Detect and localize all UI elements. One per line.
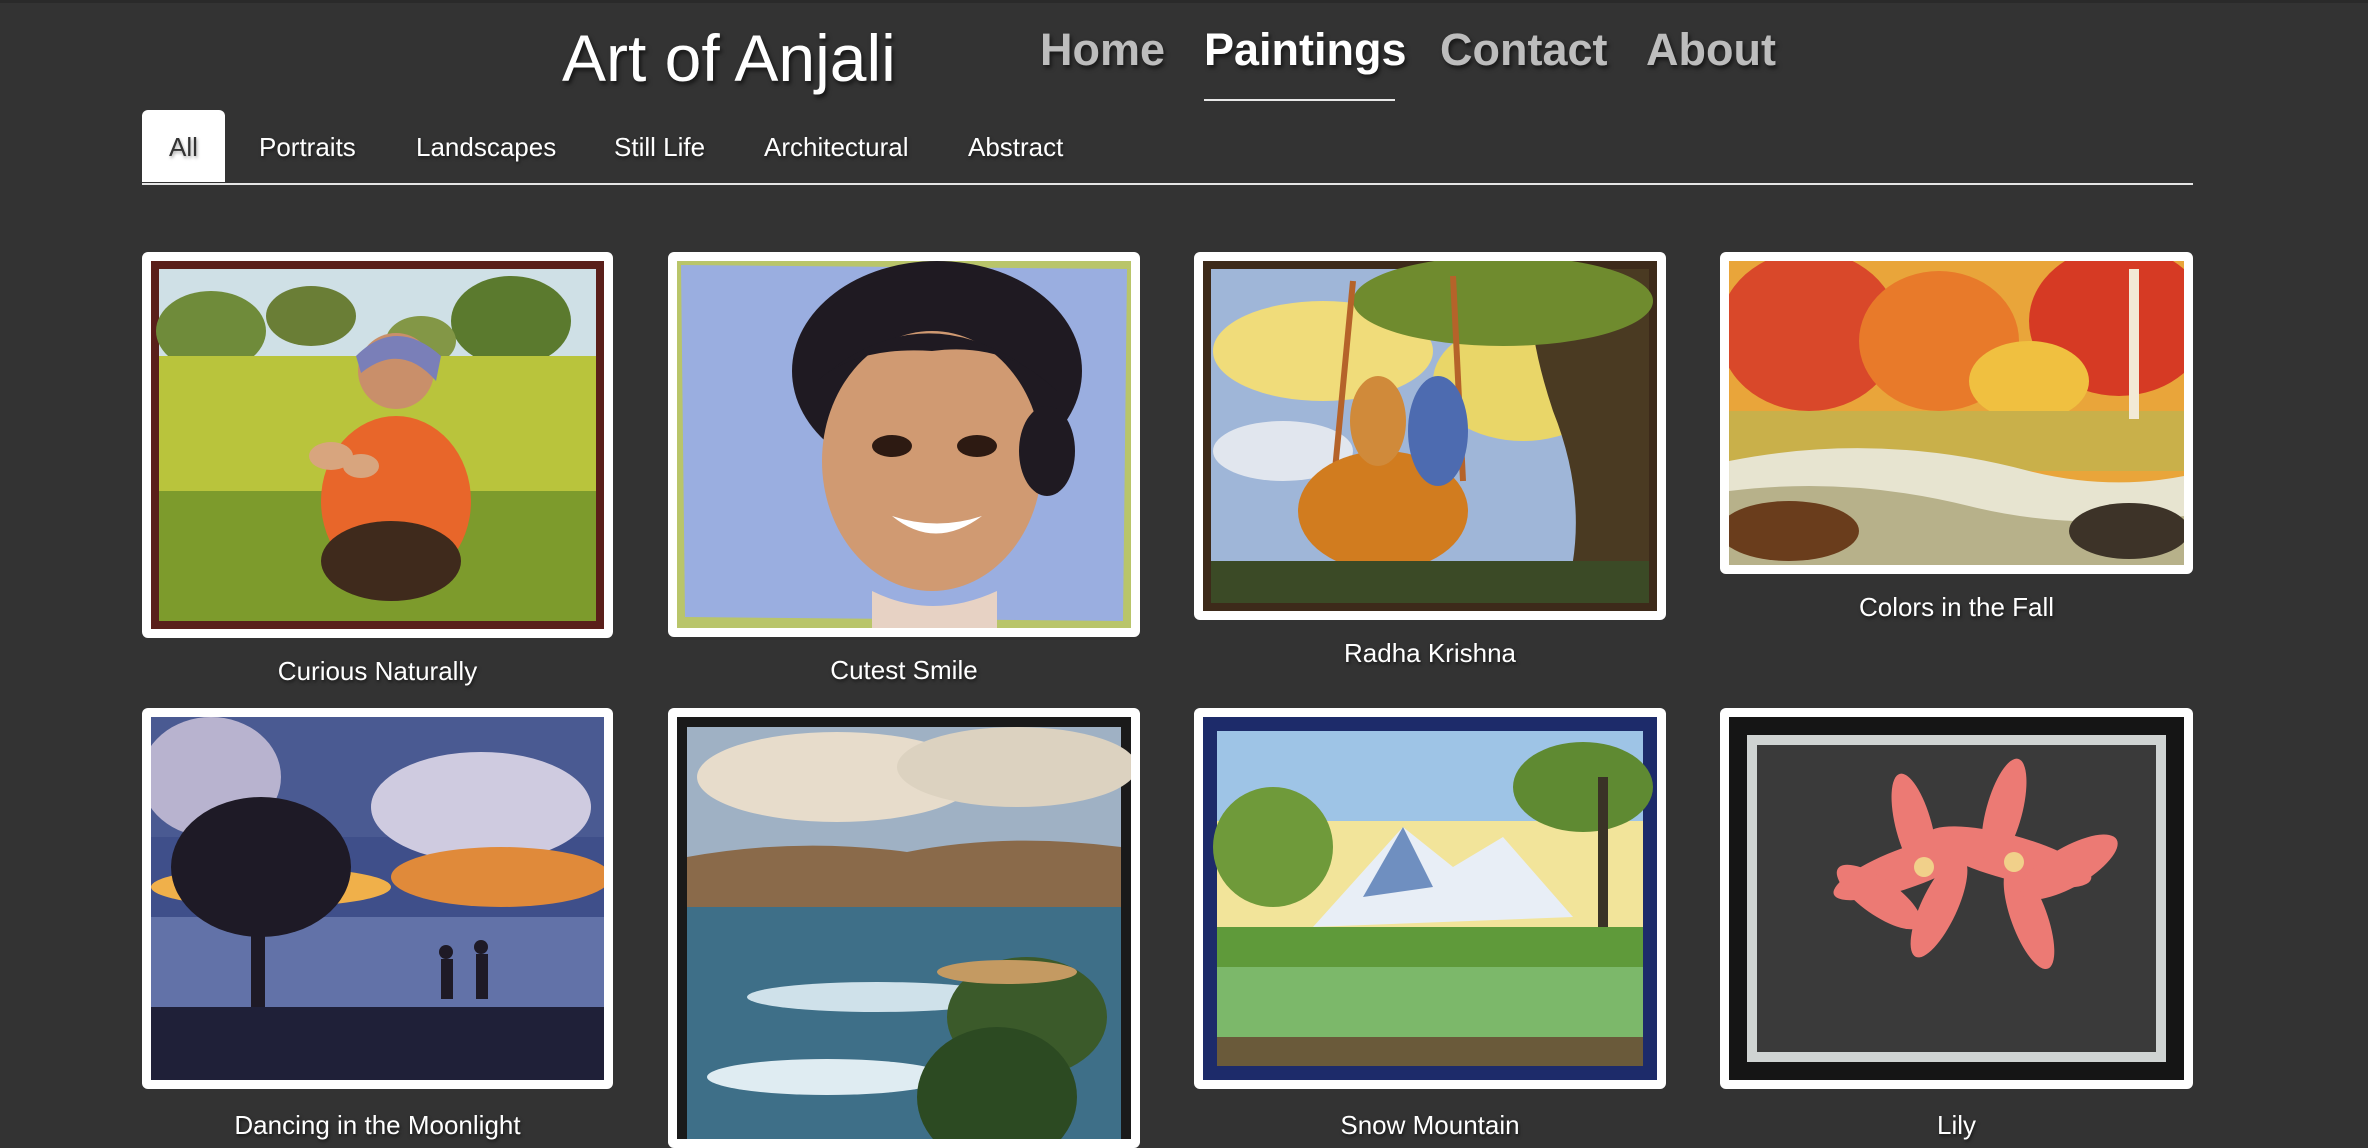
painting-image-lily bbox=[1729, 717, 2184, 1080]
top-border bbox=[0, 0, 2368, 3]
nav-active-underline bbox=[1204, 99, 1395, 101]
nav-about[interactable]: About bbox=[1646, 24, 1776, 76]
painting-frame[interactable] bbox=[142, 252, 613, 638]
filter-tab-portraits[interactable]: Portraits bbox=[259, 110, 356, 182]
category-filter-bar: All Portraits Landscapes Still Life Arch… bbox=[142, 110, 2193, 185]
site-title[interactable]: Art of Anjali bbox=[562, 20, 896, 96]
painting-frame[interactable] bbox=[668, 708, 1140, 1148]
painting-title[interactable]: Radha Krishna bbox=[1194, 638, 1666, 669]
nav-home[interactable]: Home bbox=[1040, 24, 1165, 76]
filter-tab-still-life[interactable]: Still Life bbox=[614, 110, 705, 182]
painting-image-coastal-cliffs bbox=[677, 717, 1131, 1139]
painting-frame[interactable] bbox=[1194, 252, 1666, 620]
painting-frame[interactable] bbox=[1720, 252, 2193, 574]
painting-image-autumn-stream bbox=[1729, 261, 2184, 565]
painting-frame[interactable] bbox=[1720, 708, 2193, 1089]
painting-frame[interactable] bbox=[668, 252, 1140, 637]
painting-image-radha-krishna bbox=[1203, 261, 1657, 611]
painting-frame[interactable] bbox=[142, 708, 613, 1089]
filter-tab-abstract[interactable]: Abstract bbox=[968, 110, 1063, 182]
nav-contact[interactable]: Contact bbox=[1440, 24, 1608, 76]
filter-tab-architectural[interactable]: Architectural bbox=[764, 110, 909, 182]
painting-image-snow-mountain bbox=[1203, 717, 1657, 1080]
painting-image-child-portrait bbox=[677, 261, 1131, 628]
filter-tab-landscapes[interactable]: Landscapes bbox=[416, 110, 556, 182]
painting-title[interactable]: Curious Naturally bbox=[142, 656, 613, 687]
painting-title[interactable]: Cutest Smile bbox=[668, 655, 1140, 686]
painting-image-moonlight-dance bbox=[151, 717, 604, 1080]
filter-tab-all[interactable]: All bbox=[142, 110, 225, 182]
painting-title[interactable]: Colors in the Fall bbox=[1720, 592, 2193, 623]
painting-frame[interactable] bbox=[1194, 708, 1666, 1089]
painting-image-boy-in-meadow bbox=[151, 261, 604, 629]
nav-paintings[interactable]: Paintings bbox=[1204, 24, 1407, 76]
